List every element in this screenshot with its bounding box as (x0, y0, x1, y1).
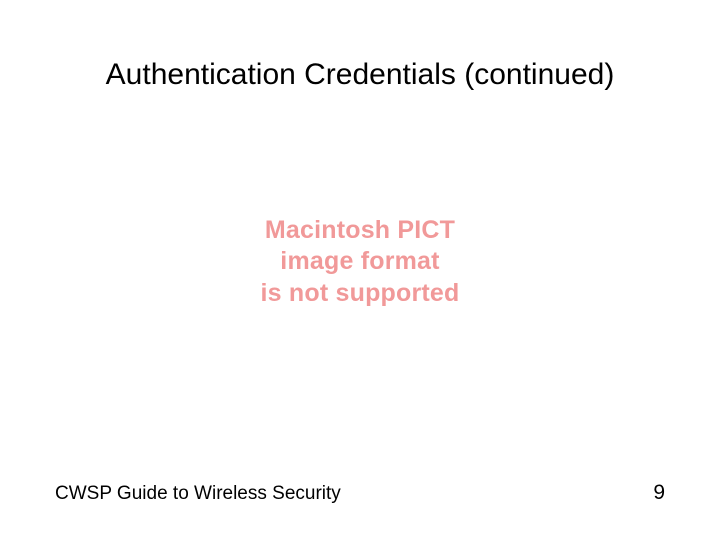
image-error-message: Macintosh PICT image format is not suppo… (0, 215, 720, 309)
error-line-3: is not supported (0, 278, 720, 309)
slide-footer: CWSP Guide to Wireless Security 9 (55, 481, 665, 505)
error-line-1: Macintosh PICT (0, 215, 720, 246)
footer-source-text: CWSP Guide to Wireless Security (55, 483, 341, 505)
error-line-2: image format (0, 246, 720, 277)
slide-title: Authentication Credentials (continued) (0, 58, 720, 92)
page-number: 9 (653, 481, 665, 505)
slide-container: Authentication Credentials (continued) M… (0, 0, 720, 540)
